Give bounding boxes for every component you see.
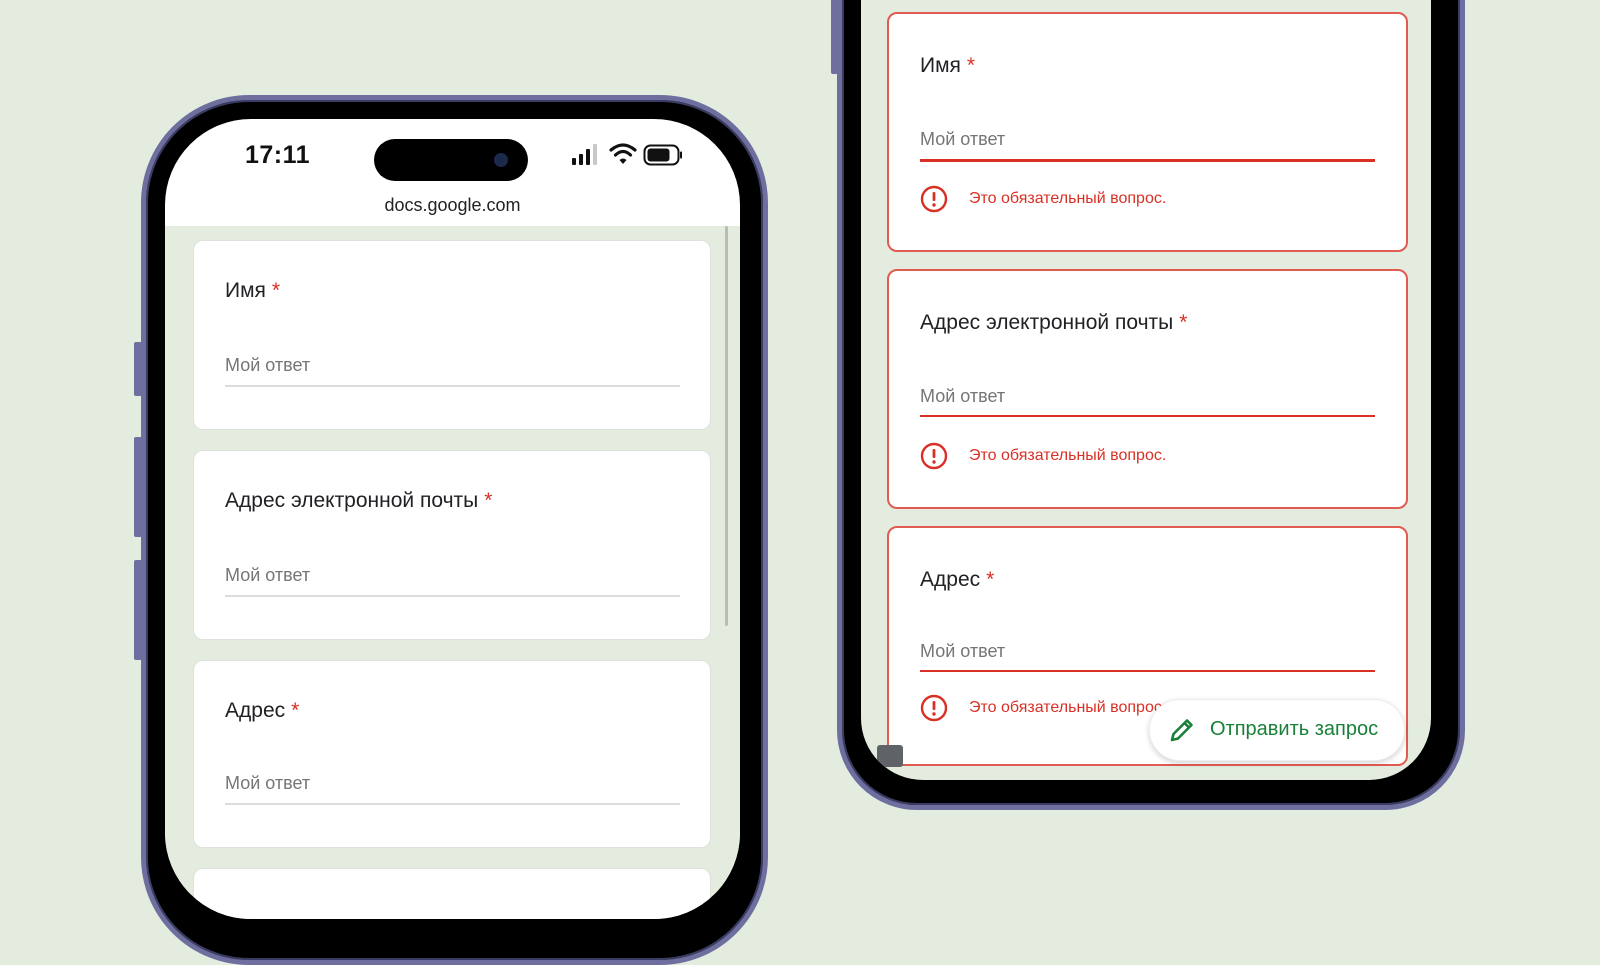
status-icons <box>572 143 682 166</box>
question-label: Адрес электронной почты * <box>225 489 493 512</box>
input-underline-error <box>920 159 1375 162</box>
error-text: Это обязательный вопрос. <box>969 699 1167 716</box>
email-input[interactable] <box>225 565 665 586</box>
browser-url[interactable]: docs.google.com <box>165 195 740 216</box>
error-text: Это обязательный вопрос. <box>969 190 1167 207</box>
right-phone-screen: Имя* Это обязательный вопрос. Адрес элек… <box>861 0 1431 780</box>
address-input[interactable] <box>920 641 1360 662</box>
error-circle-icon <box>920 694 948 722</box>
question-card-name-error: Имя* Это обязательный вопрос. <box>887 12 1408 252</box>
submit-label: Отправить запрос <box>1210 718 1379 740</box>
address-input[interactable] <box>225 773 665 794</box>
error-text: Это обязательный вопрос. <box>969 447 1167 464</box>
error-circle-icon <box>920 442 948 470</box>
question-card-email: Адрес электронной почты * <box>193 450 711 640</box>
name-input[interactable] <box>225 355 665 376</box>
scrollbar[interactable] <box>725 226 728 626</box>
form-content: Имя* Адрес электронной почты* Адрес* <box>165 226 740 919</box>
input-underline <box>225 595 680 597</box>
email-input[interactable] <box>920 386 1360 407</box>
input-underline-error <box>920 670 1375 672</box>
question-card-name: Имя * <box>193 240 711 430</box>
error-circle-icon <box>920 185 948 213</box>
question-card-next <box>193 868 711 919</box>
question-label: Адрес * <box>225 699 300 722</box>
question-card-email-error: Адрес электронной почты* Это обязательны… <box>887 269 1408 509</box>
camera-icon <box>494 153 508 167</box>
battery-icon <box>643 144 682 166</box>
question-label: Имя * <box>920 54 976 77</box>
input-underline <box>225 803 680 805</box>
required-mark: * <box>271 279 281 302</box>
submit-request-button[interactable]: Отправить запрос <box>1149 699 1405 761</box>
required-mark: * <box>1179 311 1188 334</box>
input-underline <box>225 385 680 387</box>
required-mark: * <box>986 568 995 591</box>
name-input[interactable] <box>920 129 1360 150</box>
question-card-address: Адрес * <box>193 660 711 848</box>
left-phone-screen: 17:11 docs.google.com Имя * Мой ответ Ад… <box>165 119 740 919</box>
question-label: Имя * <box>225 279 281 302</box>
wifi-icon <box>609 143 637 164</box>
tab-handle-icon[interactable] <box>877 745 903 767</box>
status-time: 17:11 <box>245 141 311 169</box>
cellular-signal-icon <box>572 144 597 165</box>
dynamic-island <box>374 139 528 181</box>
question-label: Адрес * <box>920 568 995 591</box>
input-underline-error <box>920 415 1375 417</box>
pencil-icon <box>1170 719 1193 742</box>
question-label: Адрес электронной почты * <box>920 311 1188 334</box>
required-mark: * <box>484 489 493 512</box>
required-mark: * <box>291 699 300 722</box>
required-mark: * <box>966 54 976 77</box>
